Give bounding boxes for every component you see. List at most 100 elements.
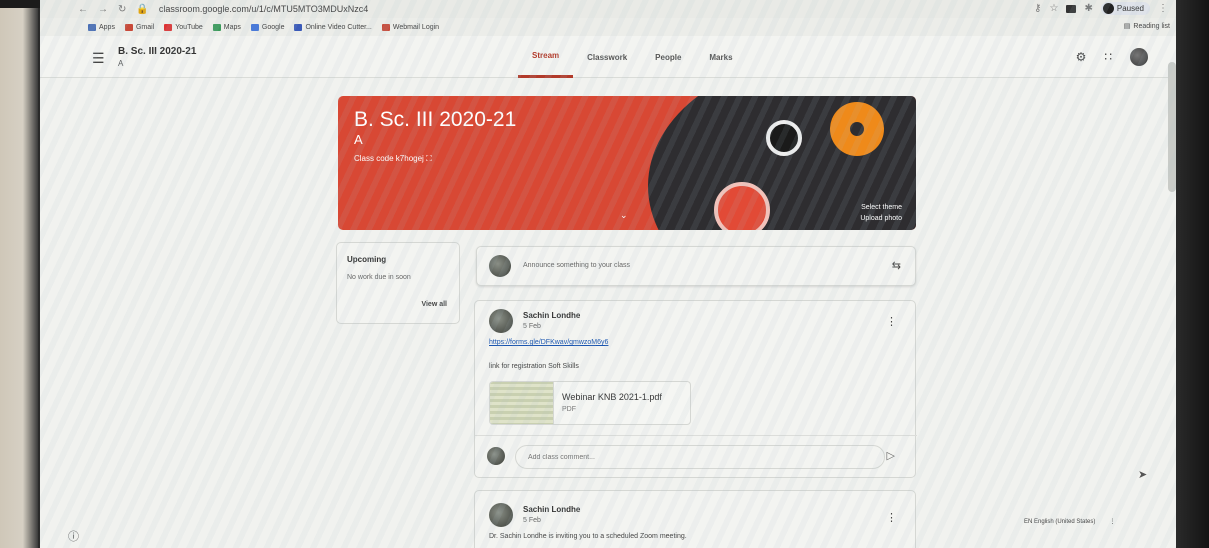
- kebab-menu-icon[interactable]: ⋮: [1158, 3, 1168, 14]
- back-icon[interactable]: ←: [78, 4, 88, 15]
- page-scrollbar[interactable]: [1168, 62, 1176, 192]
- avatar: [489, 309, 513, 333]
- view-all-link[interactable]: View all: [421, 301, 447, 308]
- bookmark-label: Apps: [99, 23, 115, 31]
- video-cutter-icon: [294, 23, 303, 31]
- webmail-icon: [381, 23, 390, 31]
- stream-post: Sachin Londhe 5 Feb ⋮ Dr. Sachin Londhe …: [474, 490, 916, 548]
- puzzle-icon[interactable]: ✱: [1084, 3, 1092, 14]
- reading-list-icon: ▤: [1123, 23, 1131, 30]
- apps-grid-icon: [88, 23, 96, 31]
- address-bar: ← → ↻ 🔒 classroom.google.com/u/1/c/MTU5M…: [40, 0, 1176, 18]
- avatar: [487, 447, 505, 465]
- coffee-cup-illustration: [766, 120, 802, 156]
- screen: ← → ↻ 🔒 classroom.google.com/u/1/c/MTU5M…: [40, 0, 1176, 548]
- upcoming-text: No work due in soon: [347, 274, 411, 281]
- stream-post: Sachin Londhe 5 Feb ⋮ https://forms.gle/…: [474, 300, 917, 478]
- select-theme-link[interactable]: Select theme: [860, 202, 902, 213]
- announce-box[interactable]: Announce something to your class ⇆: [476, 246, 916, 286]
- bookmark-video-cutter[interactable]: Online Video Cutter...: [294, 23, 372, 31]
- upcoming-card: Upcoming No work due in soon View all: [336, 242, 460, 324]
- tab-marks[interactable]: Marks: [695, 36, 746, 78]
- bookmark-label: Online Video Cutter...: [305, 23, 372, 31]
- bookmark-label: Google: [261, 23, 285, 31]
- avatar: [489, 503, 513, 527]
- profile-paused-button[interactable]: Paused: [1100, 2, 1150, 15]
- bookmark-label: Gmail: [135, 23, 155, 31]
- send-icon[interactable]: ▷: [887, 449, 895, 462]
- monitor-bezel-left: [0, 0, 38, 548]
- tab-classwork[interactable]: Classwork: [573, 36, 641, 78]
- google-icon: [250, 23, 259, 31]
- bookmarks-bar: Apps Gmail YouTube Maps Google Online Vi…: [40, 18, 1176, 36]
- post-date: 5 Feb: [523, 517, 541, 524]
- divider: [475, 435, 917, 436]
- header-class-name[interactable]: B. Sc. III 2020-21: [118, 46, 196, 57]
- announce-placeholder[interactable]: Announce something to your class: [523, 262, 630, 269]
- post-link[interactable]: https://forms.gle/DFKwav/gmwzoM6y6: [489, 339, 608, 346]
- header-tools: ⚙ ∷: [1076, 48, 1148, 66]
- settings-gear-icon[interactable]: ⚙: [1076, 50, 1087, 64]
- gmail-icon: [124, 23, 133, 31]
- banner-section: A: [354, 132, 363, 147]
- class-code-text: Class code k7hogej: [354, 154, 424, 163]
- monitor-bezel-right: [1175, 0, 1209, 548]
- donut-illustration: [830, 102, 884, 156]
- post-body: Dr. Sachin Londhe is inviting you to a s…: [489, 533, 687, 540]
- key-icon[interactable]: ⚷: [1034, 3, 1041, 14]
- bookmark-youtube[interactable]: YouTube: [164, 23, 203, 31]
- reading-list-button[interactable]: ▤ Reading list: [1123, 22, 1170, 31]
- lock-icon[interactable]: 🔒: [136, 4, 148, 15]
- attachment-name: Webinar KNB 2021-1.pdf: [562, 392, 662, 402]
- plate-illustration: [714, 182, 770, 230]
- reading-list-label: Reading list: [1133, 22, 1170, 30]
- star-icon[interactable]: ☆: [1050, 3, 1059, 14]
- profile-paused-label: Paused: [1116, 4, 1144, 13]
- attachment-type: PDF: [562, 406, 576, 413]
- bookmark-google[interactable]: Google: [250, 23, 285, 31]
- classroom-header: ☰ B. Sc. III 2020-21 A Stream Classwork …: [40, 36, 1176, 78]
- banner-links: Select theme Upload photo: [860, 202, 902, 224]
- post-menu-icon[interactable]: ⋮: [886, 511, 897, 524]
- tab-stream[interactable]: Stream: [518, 36, 574, 78]
- attachment-thumbnail: [490, 382, 554, 424]
- reload-icon[interactable]: ↻: [118, 4, 126, 15]
- extension-icon[interactable]: [1066, 4, 1077, 13]
- bookmark-gmail[interactable]: Gmail: [124, 23, 155, 31]
- avatar: [489, 255, 511, 277]
- hamburger-menu-icon[interactable]: ☰: [92, 50, 105, 67]
- chevron-down-icon[interactable]: ⌄: [620, 210, 628, 221]
- forward-icon[interactable]: →: [98, 4, 108, 15]
- maps-icon: [212, 23, 221, 31]
- language-selector[interactable]: EN English (United States) ⋮: [1024, 518, 1115, 526]
- repost-icon[interactable]: ⇆: [892, 259, 901, 272]
- upcoming-heading: Upcoming: [347, 255, 387, 264]
- comment-input[interactable]: [515, 445, 885, 469]
- post-menu-icon[interactable]: ⋮: [886, 315, 897, 328]
- tab-people[interactable]: People: [641, 36, 695, 78]
- attachment-card[interactable]: Webinar KNB 2021-1.pdf PDF: [489, 381, 691, 425]
- bookmark-label: Webmail Login: [392, 23, 440, 31]
- fullscreen-icon[interactable]: ⛶: [426, 154, 432, 163]
- youtube-icon: [164, 23, 173, 31]
- post-author: Sachin Londhe: [523, 505, 581, 514]
- class-tabs: Stream Classwork People Marks: [518, 36, 747, 78]
- upload-photo-link[interactable]: Upload photo: [860, 213, 902, 224]
- header-section: A: [118, 59, 124, 68]
- language-menu-icon[interactable]: ⋮: [1109, 518, 1115, 525]
- bookmark-label: Maps: [223, 23, 241, 31]
- apps-grid-icon[interactable]: ∷: [1104, 50, 1112, 64]
- help-icon[interactable]: ⓘ: [68, 528, 79, 544]
- bookmark-apps[interactable]: Apps: [88, 23, 115, 31]
- browser-actions: ⚷ ☆ ✱ Paused ⋮: [1034, 2, 1168, 15]
- post-date: 5 Feb: [523, 323, 541, 330]
- bookmark-webmail[interactable]: Webmail Login: [381, 23, 440, 31]
- language-label: EN English (United States): [1024, 518, 1096, 525]
- class-banner: B. Sc. III 2020-21 A Class code k7hogej …: [338, 96, 916, 230]
- bookmark-maps[interactable]: Maps: [212, 23, 241, 31]
- post-author: Sachin Londhe: [523, 311, 581, 320]
- profile-avatar-icon: [1102, 3, 1114, 14]
- account-avatar[interactable]: [1130, 48, 1148, 66]
- class-code: Class code k7hogej ⛶: [354, 154, 432, 164]
- url-text[interactable]: classroom.google.com/u/1/c/MTU5MTO3MDUxN…: [159, 4, 368, 14]
